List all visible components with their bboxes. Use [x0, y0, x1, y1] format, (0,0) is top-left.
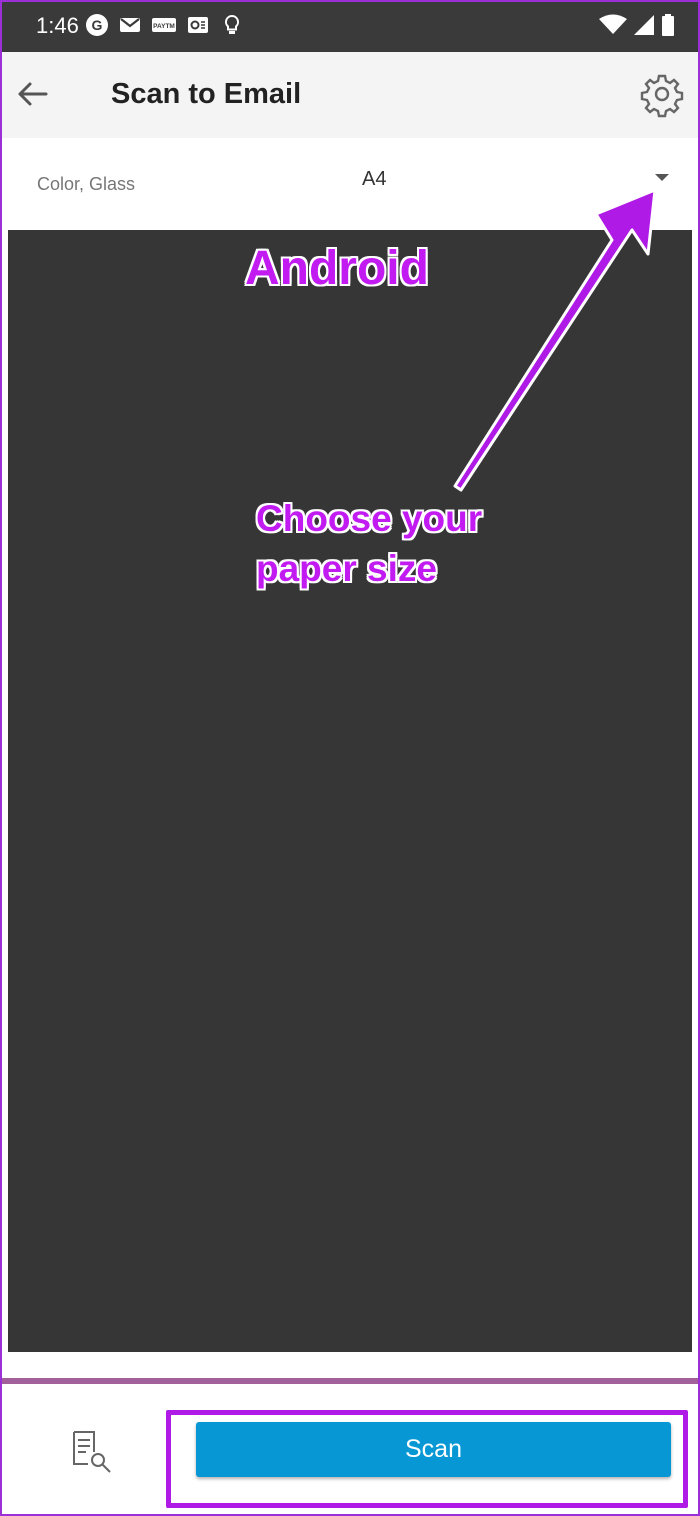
status-bar: 1:46 G PAYTM	[0, 0, 700, 52]
annotation-title: Android	[245, 242, 429, 295]
google-icon: G	[86, 14, 108, 36]
scan-options-row: Color, Glass A4	[0, 138, 700, 230]
bottom-bar: Scan	[0, 1384, 700, 1516]
scan-button[interactable]: Scan	[196, 1422, 671, 1477]
svg-text:G: G	[92, 17, 103, 33]
app-bar: Scan to Email	[0, 52, 700, 138]
scan-preview-area	[8, 230, 692, 1352]
page-title: Scan to Email	[111, 78, 302, 110]
dropdown-triangle-icon[interactable]	[640, 164, 684, 194]
paytm-icon: PAYTM	[152, 18, 176, 32]
gmail-icon	[120, 18, 140, 32]
wifi-icon	[599, 14, 627, 34]
annotation-note: Choose your paper size	[256, 494, 556, 594]
scan-settings-label[interactable]: Color, Glass	[37, 174, 135, 195]
annotation-note-line2: paper size	[256, 548, 437, 589]
gear-icon[interactable]	[638, 70, 686, 118]
signal-icon	[634, 15, 654, 35]
paper-size-value[interactable]: A4	[362, 168, 386, 191]
document-search-icon[interactable]	[66, 1428, 114, 1476]
bulb-icon	[224, 14, 240, 34]
back-arrow-icon[interactable]	[10, 72, 54, 116]
annotation-note-line1: Choose your	[256, 498, 483, 539]
battery-icon	[662, 14, 674, 36]
svg-text:PAYTM: PAYTM	[153, 23, 175, 30]
status-time: 1:46	[36, 13, 79, 38]
outlook-icon	[188, 17, 208, 33]
